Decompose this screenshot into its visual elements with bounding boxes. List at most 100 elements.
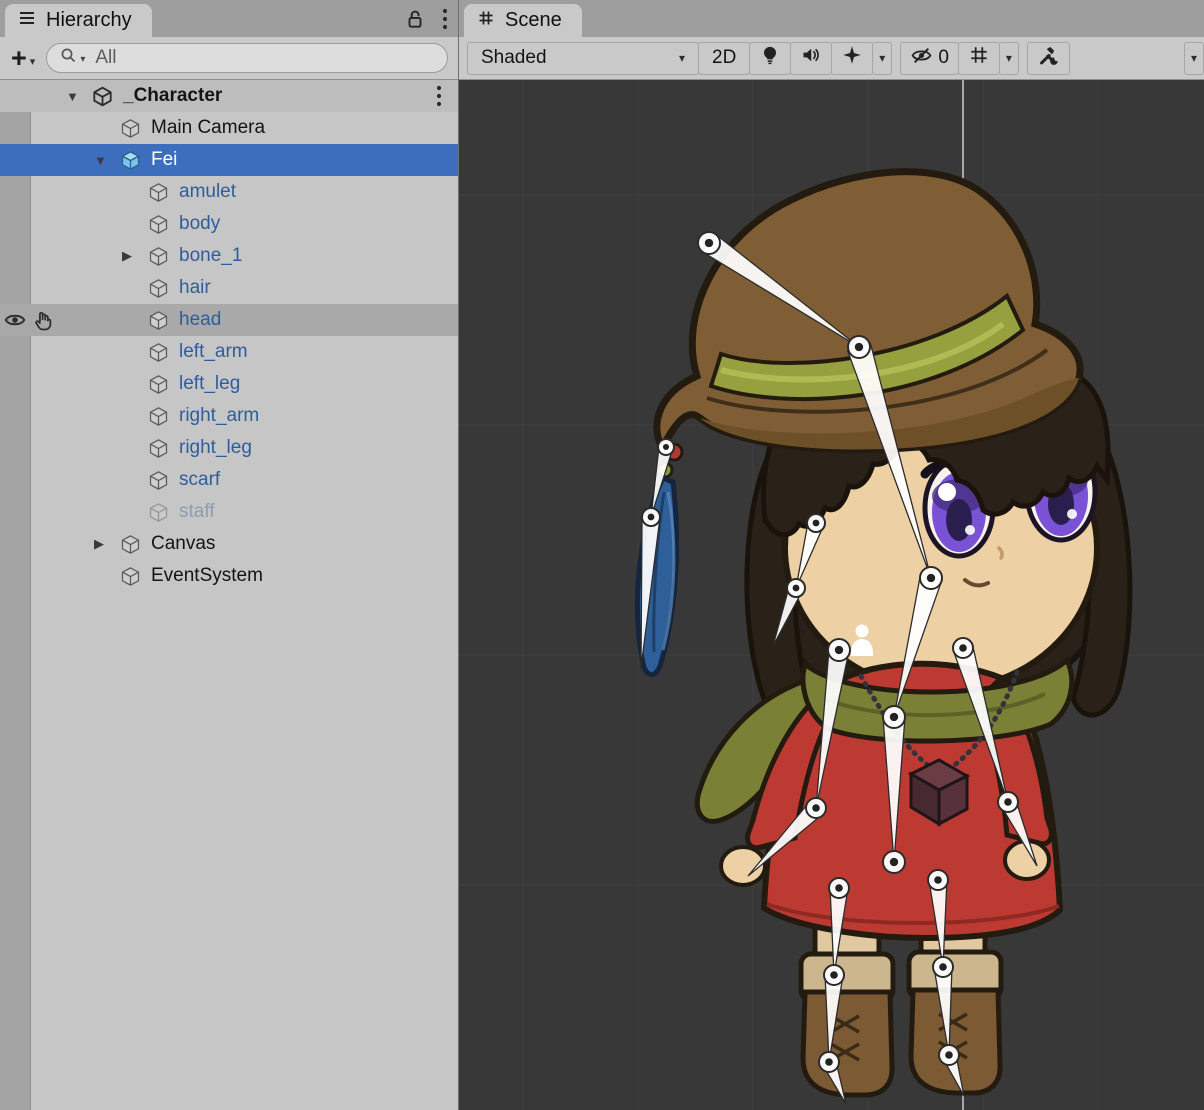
foldout-expanded-icon[interactable]: ▼ — [94, 153, 120, 168]
hierarchy-item-scarf[interactable]: scarf — [0, 464, 458, 496]
create-object-button[interactable]: + ▾ — [8, 45, 38, 72]
item-label: bone_1 — [179, 245, 242, 267]
hierarchy-tree: ▼_CharacterMain Camera▼Fei amulet body ▶ bon… — [0, 80, 458, 1110]
item-label: head — [179, 309, 221, 331]
item-options-kebab-icon[interactable] — [436, 84, 442, 114]
hierarchy-item-hair[interactable]: hair — [0, 272, 458, 304]
bone-joint[interactable] — [806, 798, 826, 818]
visibility-eye-icon[interactable] — [3, 309, 27, 331]
bone-joint[interactable] — [953, 638, 973, 658]
hierarchy-item-right-arm[interactable]: right_arm — [0, 400, 458, 432]
bone-joint[interactable] — [848, 336, 870, 358]
hierarchy-item--character[interactable]: ▼_Character — [0, 80, 458, 112]
toolbar-overflow-dropdown[interactable]: ▾ — [1184, 42, 1204, 75]
bone-joint[interactable] — [787, 579, 805, 597]
bone-joint[interactable] — [933, 957, 953, 977]
bone-joint[interactable] — [829, 878, 849, 898]
hierarchy-item-canvas[interactable]: ▶ Canvas — [0, 528, 458, 560]
item-label: Canvas — [151, 533, 215, 555]
tools-wrench-hammer-icon — [1037, 44, 1060, 73]
bone-joint[interactable] — [928, 870, 948, 890]
item-label: body — [179, 213, 220, 235]
cube-icon — [148, 182, 175, 203]
hierarchy-item-main-camera[interactable]: Main Camera — [0, 112, 458, 144]
tab-label: Scene — [505, 9, 562, 32]
unity-editor: Hierarchy + ▾ ▾ All — [0, 0, 1204, 1110]
scene-viewport[interactable] — [459, 80, 1204, 1110]
foldout-collapsed-icon[interactable]: ▶ — [122, 248, 148, 264]
tab-label: Hierarchy — [46, 9, 132, 32]
unlock-icon[interactable] — [404, 8, 426, 35]
cube-icon — [148, 438, 175, 459]
cube-icon — [120, 118, 147, 139]
scene-audio-button[interactable] — [790, 42, 832, 75]
hierarchy-item-head[interactable]: head — [0, 304, 458, 336]
item-label: right_leg — [179, 437, 252, 459]
chevron-down-icon: ▾ — [80, 54, 85, 65]
cube-icon — [148, 470, 175, 491]
item-label: amulet — [179, 181, 236, 203]
search-input[interactable]: ▾ All — [46, 43, 448, 73]
eye-off-icon — [910, 45, 933, 72]
item-label: staff — [179, 501, 215, 523]
foldout-expanded-icon[interactable]: ▼ — [66, 89, 92, 104]
scene-toolbar: Shaded ▾ 2D ▾ — [459, 37, 1204, 80]
foldout-collapsed-icon[interactable]: ▶ — [94, 536, 120, 552]
tab-hierarchy[interactable]: Hierarchy — [5, 4, 152, 37]
hierarchy-item-amulet[interactable]: amulet — [0, 176, 458, 208]
item-label: scarf — [179, 469, 220, 491]
hierarchy-item-left-arm[interactable]: left_arm — [0, 336, 458, 368]
chevron-down-icon: ▾ — [879, 51, 885, 65]
grid-hash-icon — [476, 8, 496, 34]
bone-joint[interactable] — [828, 639, 850, 661]
item-label: right_arm — [179, 405, 259, 427]
item-label: left_leg — [179, 373, 240, 395]
bone-joint[interactable] — [642, 508, 660, 526]
bone-joint[interactable] — [883, 851, 905, 873]
hierarchy-item-body[interactable]: body — [0, 208, 458, 240]
scene-panel: Scene Shaded ▾ 2D — [459, 0, 1204, 1110]
grid-settings-dropdown[interactable]: ▾ — [999, 42, 1019, 75]
bone-joint[interactable] — [883, 706, 905, 728]
grid-icon — [968, 44, 990, 72]
cube-icon — [148, 278, 175, 299]
hidden-count-label: 0 — [938, 47, 949, 69]
hierarchy-item-fei[interactable]: ▼Fei — [0, 144, 458, 176]
scene-lighting-button[interactable] — [749, 42, 791, 75]
chevron-down-icon: ▾ — [1006, 51, 1012, 65]
chevron-down-icon: ▾ — [1191, 51, 1197, 65]
item-label: hair — [179, 277, 211, 299]
scene-effects-dropdown[interactable]: ▾ — [872, 42, 892, 75]
bone-joint[interactable] — [658, 439, 674, 455]
scene-visibility-button[interactable]: 0 — [900, 42, 959, 75]
cube-icon — [120, 534, 147, 555]
toggle-2d-button[interactable]: 2D — [698, 42, 750, 75]
shading-mode-dropdown[interactable]: Shaded ▾ — [467, 42, 699, 75]
editor-tools-button[interactable] — [1027, 42, 1070, 75]
search-icon — [59, 46, 78, 70]
chevron-down-icon: ▾ — [679, 51, 685, 65]
bone-joint[interactable] — [998, 792, 1018, 812]
speaker-icon — [800, 44, 822, 72]
bone-joint[interactable] — [939, 1045, 959, 1065]
grid-visibility-button[interactable] — [958, 42, 1000, 75]
tab-scene[interactable]: Scene — [464, 4, 582, 37]
cube-icon — [148, 310, 175, 331]
hierarchy-item-staff[interactable]: staff — [0, 496, 458, 528]
chevron-down-icon: ▾ — [30, 55, 36, 68]
pickability-hand-icon[interactable] — [32, 309, 56, 331]
hierarchy-item-right-leg[interactable]: right_leg — [0, 432, 458, 464]
bone-joint[interactable] — [807, 514, 825, 532]
bone-joint[interactable] — [920, 567, 942, 589]
cube-icon — [148, 214, 175, 235]
item-label: EventSystem — [151, 565, 263, 587]
bone-joint[interactable] — [698, 232, 720, 254]
window-kebab-icon[interactable] — [442, 7, 448, 36]
hierarchy-item-bone-1[interactable]: ▶ bone_1 — [0, 240, 458, 272]
prefab-icon — [120, 150, 147, 171]
bone-joint[interactable] — [824, 965, 844, 985]
hierarchy-item-eventsystem[interactable]: EventSystem — [0, 560, 458, 592]
bone-joint[interactable] — [819, 1052, 839, 1072]
scene-effects-button[interactable] — [831, 42, 873, 75]
hierarchy-item-left-leg[interactable]: left_leg — [0, 368, 458, 400]
